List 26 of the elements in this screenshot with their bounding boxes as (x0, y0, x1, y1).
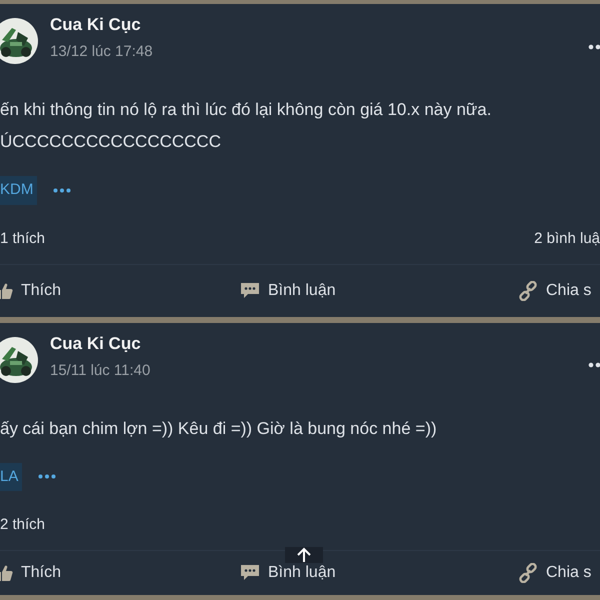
scroll-top-button[interactable] (285, 547, 323, 563)
like-button[interactable]: Thích (0, 561, 240, 585)
post-time[interactable]: 15/11 lúc 11:40 (50, 360, 150, 380)
comment-count[interactable]: 2 bình luậ (534, 228, 600, 250)
like-button[interactable]: Thích (0, 278, 240, 302)
post-time[interactable]: 13/12 lúc 17:48 (50, 42, 153, 62)
post-text: ến khi thông tin nó lộ ra thì lúc đó lại không còn giá 10.x này nữa. (0, 99, 492, 121)
share-button[interactable]: Chia s (518, 278, 592, 302)
like-count[interactable]: 1 thích (0, 228, 46, 250)
post-text: ấy cái bạn chim lợn =)) Kêu đi =)) Giờ là bung nóc nhé =)) (0, 418, 438, 440)
link-icon (518, 563, 538, 583)
post-text: ÚCCCCCCCCCCCCCCCCC (0, 131, 222, 153)
tag-link[interactable]: KDM (0, 176, 38, 204)
like-count[interactable]: 2 thích (0, 514, 46, 537)
author-name[interactable]: Cua Ki Cục (50, 332, 150, 354)
share-button[interactable]: Chia s (518, 561, 592, 585)
link-icon (518, 280, 538, 300)
comment-button[interactable]: Bình luận (240, 561, 518, 585)
author-name[interactable]: Cua Ki Cục (50, 14, 153, 36)
comment-icon (240, 564, 260, 582)
comment-button[interactable]: Bình luận (240, 278, 518, 302)
like-icon (0, 282, 13, 300)
up-arrow-icon (297, 547, 311, 563)
tag-link[interactable]: LA (0, 462, 22, 491)
comment-icon (240, 282, 260, 300)
like-icon (0, 564, 13, 582)
